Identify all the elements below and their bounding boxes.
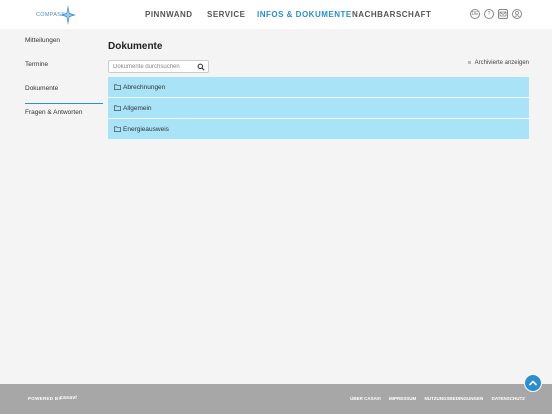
powered-by-label: POWERED BY bbox=[28, 396, 62, 401]
footer: POWERED BY casavi ÜBER CASAVI IMPRESSUM … bbox=[0, 384, 552, 414]
casavi-logo[interactable]: casavi bbox=[60, 395, 77, 401]
folder-list: Abrechnungen Allgemein Energieausweis bbox=[108, 77, 529, 140]
language-label: DE bbox=[471, 11, 479, 17]
sidebar-item-fragen-antworten[interactable]: Fragen & Antworten bbox=[25, 109, 103, 133]
folder-icon bbox=[114, 126, 121, 132]
folder-icon bbox=[114, 105, 121, 111]
archived-label: Archivierte anzeigen bbox=[474, 60, 529, 66]
footer-link-impressum[interactable]: IMPRESSUM bbox=[389, 396, 416, 401]
footer-links: ÜBER CASAVI IMPRESSUM NUTZUNGSBEDINGUNGE… bbox=[343, 396, 525, 401]
sidebar-item-mitteilungen[interactable]: Mitteilungen bbox=[25, 37, 103, 61]
sidebar-item-dokumente[interactable]: Dokumente bbox=[25, 85, 103, 104]
mail-icon[interactable] bbox=[498, 9, 508, 19]
page-title: Dokumente bbox=[108, 41, 163, 52]
sidebar-item-termine[interactable]: Termine bbox=[25, 61, 103, 85]
help-icon[interactable]: ? bbox=[484, 9, 494, 19]
language-icon[interactable]: DE bbox=[470, 9, 480, 19]
top-header: COMPASS PINNWAND SERVICE INFOS & DOKUMEN… bbox=[0, 0, 552, 29]
folder-row-allgemein[interactable]: Allgemein bbox=[108, 98, 529, 119]
folder-label: Allgemein bbox=[123, 104, 152, 112]
nav-nachbarschaft[interactable]: NACHBARSCHAFT bbox=[352, 10, 431, 19]
footer-link-datenschutz[interactable]: DATENSCHUTZ bbox=[492, 396, 525, 401]
scroll-to-top-button[interactable] bbox=[524, 374, 542, 392]
archived-checkbox-icon bbox=[467, 60, 471, 64]
folder-icon bbox=[114, 84, 121, 90]
folder-row-abrechnungen[interactable]: Abrechnungen bbox=[108, 77, 529, 98]
nav-pinnwand[interactable]: PINNWAND bbox=[145, 10, 193, 19]
chevron-up-icon bbox=[528, 380, 538, 386]
folder-label: Abrechnungen bbox=[123, 83, 166, 91]
folder-row-energieausweis[interactable]: Energieausweis bbox=[108, 119, 529, 140]
nav-infos-dokumente[interactable]: INFOS & DOKUMENTE bbox=[257, 10, 352, 19]
search-input[interactable] bbox=[113, 63, 195, 71]
envelope-glyph bbox=[499, 11, 507, 17]
sidebar: Mitteilungen Termine Dokumente Fragen & … bbox=[25, 37, 103, 133]
footer-link-nutzungsbedingungen[interactable]: NUTZUNGSBEDINGUNGEN bbox=[425, 396, 484, 401]
nav-service[interactable]: SERVICE bbox=[207, 10, 245, 19]
search-icon[interactable] bbox=[197, 63, 205, 71]
show-archived-toggle[interactable]: Archivierte anzeigen bbox=[467, 60, 529, 66]
footer-link-ueber-casavi[interactable]: ÜBER CASAVI bbox=[350, 396, 381, 401]
search-box bbox=[108, 60, 209, 73]
person-glyph bbox=[514, 11, 520, 18]
user-icon[interactable] bbox=[512, 9, 522, 19]
folder-label: Energieausweis bbox=[123, 125, 169, 133]
